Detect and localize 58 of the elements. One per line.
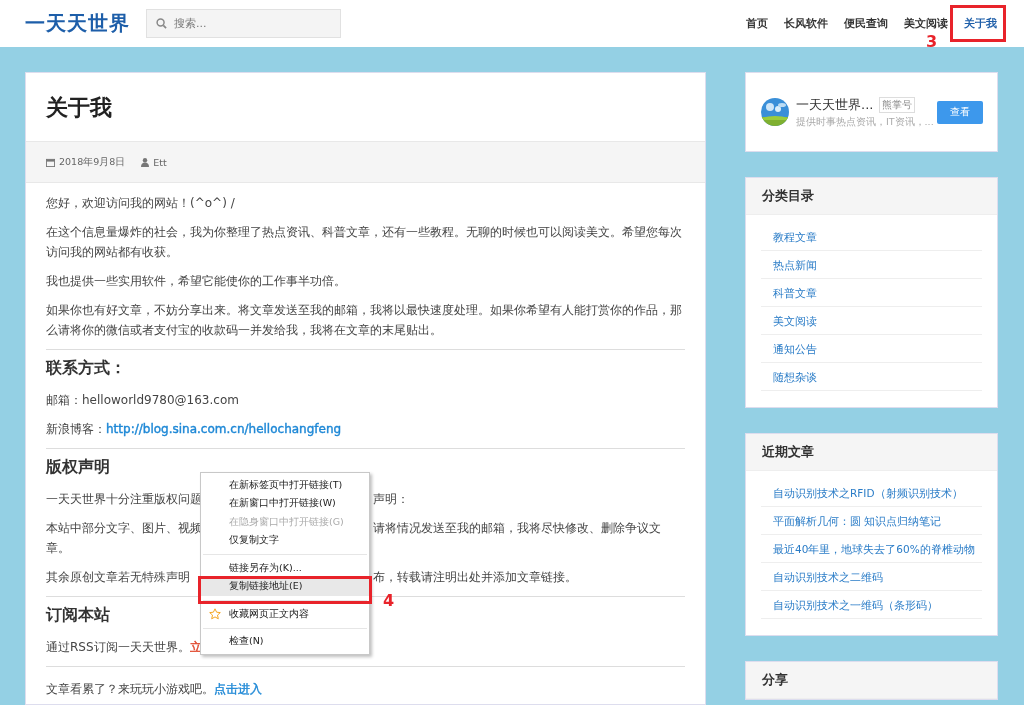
highlight-frame [950,5,1006,42]
search-icon [156,18,167,29]
sidebar-link[interactable]: 自动识别技术之二维码 [773,569,883,584]
paragraph-fragment: 其余原创文章若无特殊声明 [46,568,190,586]
menu-item[interactable]: 收藏网页正文内容 [201,605,369,624]
menu-item[interactable]: 在新窗口中打开链接(W) [201,494,369,513]
step-number: 4 [383,592,395,610]
paragraph: 如果你也有好文章，不妨分享出来。将文章发送至我的邮箱，我将以最快速度处理。如果你希望有人能打赏你的作品，那么请将你的微信或者支付宝的收款码一并发给我，我将在文章的末尾贴出。 [46,301,683,339]
menu-item[interactable]: 检查(N) [201,632,369,651]
sidebar-link[interactable]: 自动识别技术之一维码（条形码） [773,597,938,612]
paragraph-fragment: 一天天世界十分注重版权问题 [46,490,202,508]
account-name: 一天天世界... [796,95,874,114]
nav-link[interactable]: 关于我 [956,10,1005,37]
sidebar-link[interactable]: 最近40年里，地球失去了60%的脊椎动物 [773,541,975,556]
paragraph: 您好，欢迎访问我的网站！(^o^) / [46,194,236,212]
nav-link[interactable]: 便民查询 [836,10,896,37]
star-icon [209,608,221,620]
sidebar-link[interactable]: 自动识别技术之RFID（射频识别技术） [773,485,963,500]
step-number: 3 [926,33,938,51]
sidebar-link[interactable]: 教程文章 [773,229,817,244]
widget-title: 分享 [762,671,788,689]
sidebar-link[interactable]: 通知公告 [773,341,817,356]
post-author[interactable]: Ett [153,156,167,168]
line-text: 新浪博客： [46,420,106,438]
post-date: 2018年9月8日 [59,155,126,169]
nav-link[interactable]: 首页 [738,10,776,37]
section-heading: 版权声明 [46,457,110,478]
site-logo[interactable]: 一天天世界 [25,10,130,37]
view-button[interactable]: 查看 [937,100,983,124]
user-icon [141,157,150,167]
paragraph-fragment: 声明： [373,490,409,508]
section-heading: 联系方式： [46,358,126,379]
line-text: 通过RSS订阅一天天世界。 [46,638,190,656]
paragraph: 邮箱：helloworld9780@163.com [46,391,240,409]
section-heading: 订阅本站 [46,605,110,626]
widget-title: 近期文章 [762,443,814,461]
text-link[interactable]: 点击进入 [214,678,262,699]
sidebar-link[interactable]: 美文阅读 [773,313,817,328]
widget-title: 分类目录 [762,187,814,205]
paragraph: 在这个信息量爆炸的社会，我为你整理了热点资讯、科普文章，还有一些教程。无聊的时候也可以阅读美文。希望您每次访问我的网站都有收获。 [46,223,683,261]
sidebar-link[interactable]: 热点新闻 [773,257,817,272]
sidebar-link[interactable]: 随想杂谈 [773,369,817,384]
menu-item[interactable]: 链接另存为(K)... [201,559,369,578]
calendar-icon [46,157,55,167]
account-badge: 熊掌号 [879,96,916,113]
nav-link[interactable]: 长风软件 [776,10,836,37]
sidebar-link[interactable]: 平面解析几何：圆 知识点归纳笔记 [773,513,942,528]
menu-item[interactable]: 在新标签页中打开链接(T) [201,476,369,495]
sidebar-link[interactable]: 科普文章 [773,285,817,300]
search-field[interactable]: 搜索... [146,9,341,38]
line-text: 文章看累了？来玩玩小游戏吧。 [46,680,214,698]
page-title: 关于我 [45,94,113,122]
menu-item[interactable]: 仅复制文字 [201,531,369,550]
paragraph: 我也提供一些实用软件，希望它能使你的工作事半功倍。 [46,272,347,290]
text-link[interactable]: http://blog.sina.com.cn/hellochangfeng [106,418,342,439]
paragraph-fragment: 请将情况发送至我的邮箱，我将尽快修改、删除争议文 [373,519,661,537]
paragraph-fragment: 章。 [46,539,70,557]
paragraph-fragment: 布，转载请注明出处并添加文章链接。 [373,568,577,586]
